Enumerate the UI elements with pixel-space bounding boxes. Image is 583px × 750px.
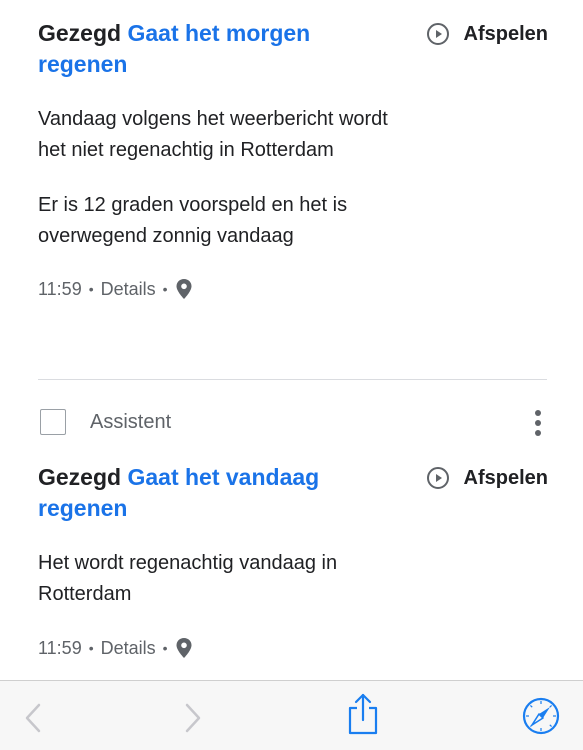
assistant-row: Assistent (38, 407, 548, 439)
details-link[interactable]: Details (101, 279, 156, 300)
separator-dot: • (162, 640, 168, 656)
more-options-icon[interactable] (534, 409, 542, 437)
play-circle-icon (426, 467, 449, 489)
safari-compass-icon[interactable] (522, 697, 560, 735)
details-link[interactable]: Details (101, 638, 156, 659)
timestamp: 11:59 (38, 637, 82, 658)
said-text: Gezegd Gaat het vandaag regenen (38, 462, 383, 524)
back-arrow-icon[interactable] (24, 703, 42, 733)
said-prefix: Gezegd (38, 20, 122, 46)
answer-text: Vandaag volgens het weerbericht wordt he… (38, 108, 388, 161)
entry-meta: 11:59 • Details • (38, 278, 548, 300)
play-label: Afspelen (463, 22, 548, 45)
separator-dot: • (88, 281, 94, 297)
play-label: Afspelen (463, 466, 548, 489)
share-icon[interactable] (346, 693, 380, 735)
said-text: Gezegd Gaat het morgen regenen (38, 18, 383, 80)
divider (38, 379, 547, 380)
forward-arrow-icon[interactable] (184, 703, 202, 733)
answer-text: Er is 12 graden voorspeld en het is over… (38, 194, 348, 247)
assistant-label: Assistent (90, 411, 172, 433)
history-entry: Gezegd Gaat het vandaag regenen Afspelen… (38, 462, 548, 659)
timestamp: 11:59 (38, 278, 82, 299)
separator-dot: • (162, 281, 168, 297)
play-button[interactable]: Afspelen (426, 466, 548, 490)
said-row: Gezegd Gaat het morgen regenen Afspelen (38, 18, 548, 80)
separator-dot: • (88, 640, 94, 656)
history-entry: Gezegd Gaat het morgen regenen Afspelen … (38, 18, 548, 300)
select-checkbox[interactable] (40, 409, 66, 435)
answer-text: Het wordt regenachtig vandaag in Rotterd… (38, 552, 338, 605)
play-button[interactable]: Afspelen (426, 22, 548, 46)
browser-toolbar (0, 680, 583, 750)
play-circle-icon (426, 23, 449, 45)
location-pin-icon[interactable] (175, 278, 193, 300)
said-row: Gezegd Gaat het vandaag regenen Afspelen (38, 462, 548, 524)
location-pin-icon[interactable] (175, 637, 193, 659)
entry-meta: 11:59 • Details • (38, 637, 548, 659)
said-prefix: Gezegd (38, 464, 122, 490)
